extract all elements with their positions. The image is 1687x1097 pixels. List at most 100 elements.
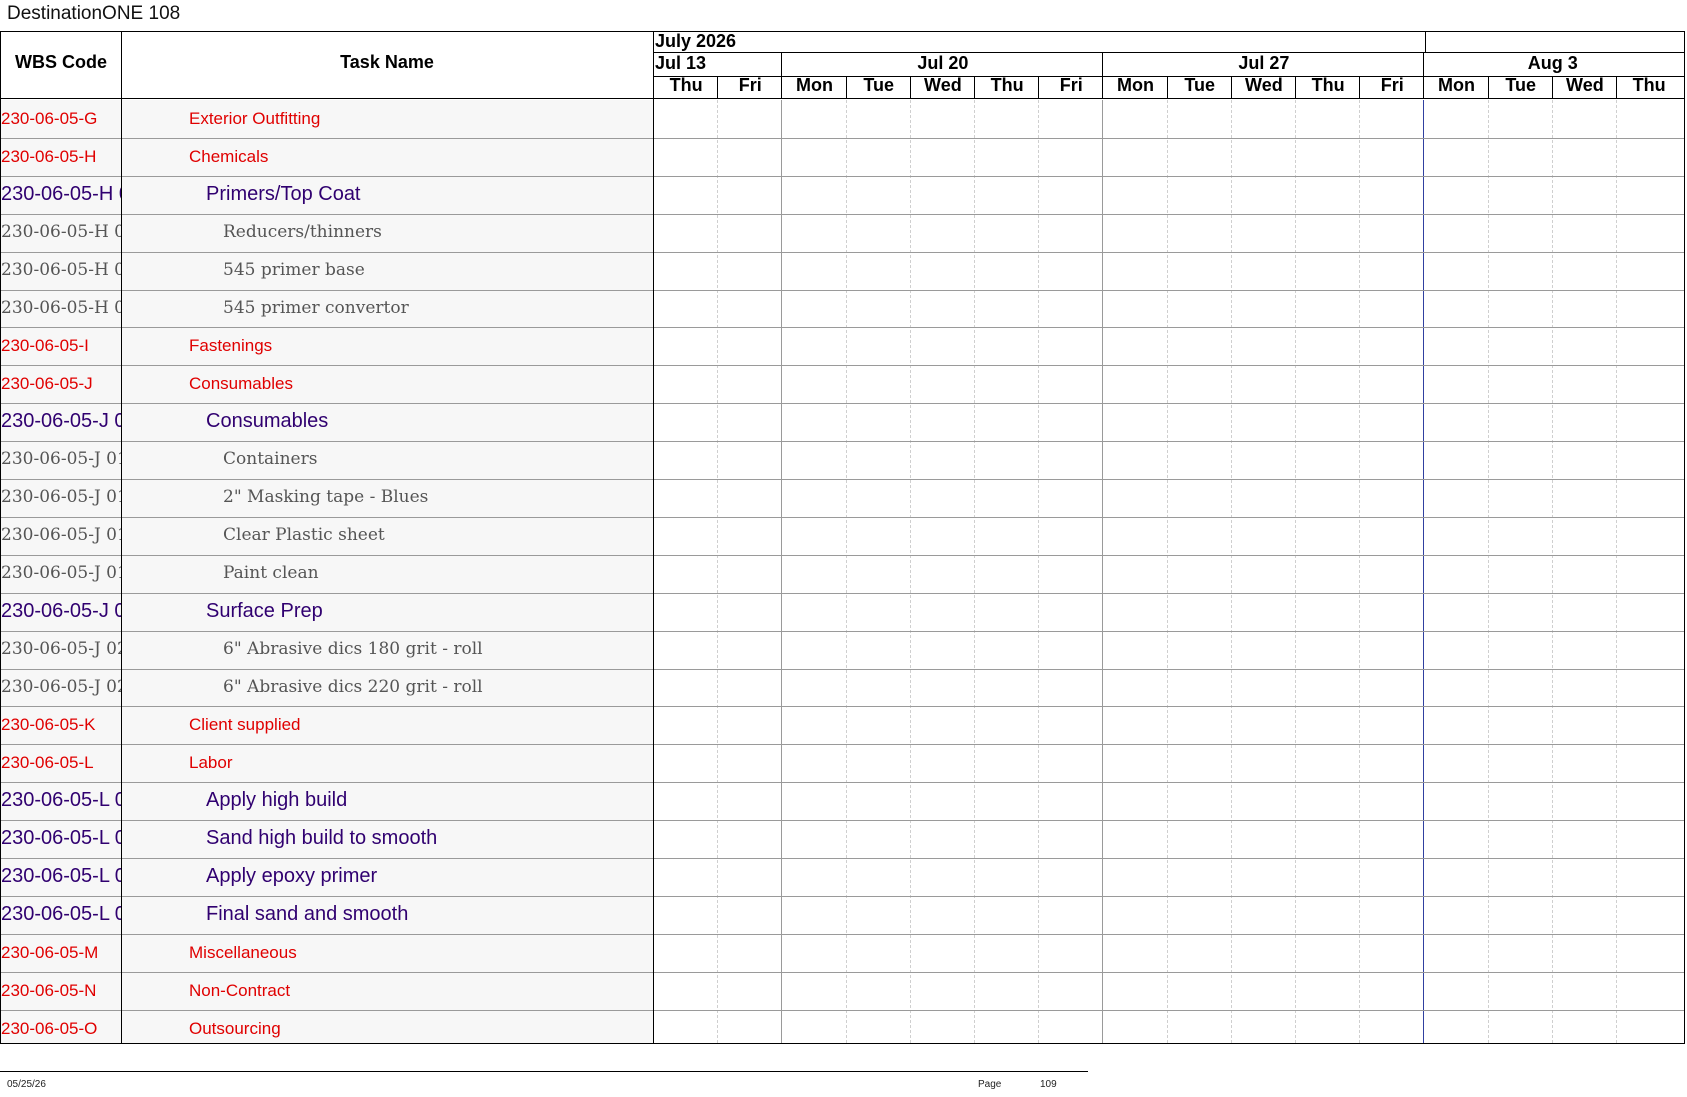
task-name-cell: Apply high build bbox=[206, 789, 348, 812]
wbs-code-cell: 230-06-05-H 0 bbox=[1, 182, 121, 205]
wbs-code-cell: 230-06-05-J 02 bbox=[1, 676, 121, 697]
header-bottom-border bbox=[1, 98, 1684, 99]
wbs-column-divider bbox=[121, 32, 122, 1043]
day-divider-14 bbox=[1552, 76, 1553, 98]
gantt-sheet: WBS Code Task Name July 2026 Jul 13 Jul 2… bbox=[0, 31, 1685, 1044]
task-row[interactable]: 230-06-05-J 0 Consumables bbox=[1, 403, 1684, 441]
task-row[interactable]: 230-06-05-L 0 Apply epoxy primer bbox=[1, 858, 1684, 896]
wbs-code-cell: 230-06-05-H bbox=[1, 146, 97, 166]
day-divider-13 bbox=[1488, 76, 1489, 98]
wbs-code-cell: 230-06-05-H 01 bbox=[1, 297, 121, 318]
day-header-1: Fri bbox=[738, 75, 762, 95]
wbs-code-cell: 230-06-05-L 0 bbox=[1, 865, 121, 887]
wbs-code-cell: 230-06-05-J 01 bbox=[1, 524, 121, 545]
wbs-code-cell: 230-06-05-J bbox=[1, 374, 93, 394]
wbs-code-cell: 230-06-05-I bbox=[1, 336, 89, 356]
task-name-cell: Outsourcing bbox=[189, 1018, 281, 1038]
day-divider-8 bbox=[1167, 76, 1168, 98]
day-header-3: Tue bbox=[863, 75, 895, 95]
day-header-12: Mon bbox=[1437, 75, 1475, 95]
task-name-cell: Apply epoxy primer bbox=[206, 865, 378, 887]
day-divider-4 bbox=[910, 76, 911, 98]
task-name-cell: Client supplied bbox=[189, 715, 301, 735]
task-name-cell: Sand high build to smooth bbox=[206, 827, 438, 850]
task-row[interactable]: 230-06-05-J 01 Clear Plastic sheet bbox=[1, 517, 1684, 555]
task-row[interactable]: 230-06-05-I Fastenings bbox=[1, 327, 1684, 365]
day-header-5: Thu bbox=[990, 75, 1024, 95]
task-name-cell: Surface Prep bbox=[206, 599, 323, 622]
month-boundary-line bbox=[1425, 32, 1426, 52]
task-row[interactable]: 230-06-05-N Non-Contract bbox=[1, 972, 1684, 1010]
task-row[interactable]: 230-06-05-J 01 Containers bbox=[1, 441, 1684, 479]
day-header-15: Thu bbox=[1632, 75, 1666, 95]
week-header-2: Jul 27 bbox=[1238, 53, 1290, 73]
task-name-cell: Labor bbox=[189, 753, 233, 773]
task-name-cell: Primers/Top Coat bbox=[206, 182, 361, 205]
task-name-cell: Consumables bbox=[189, 374, 293, 394]
task-name-cell: Containers bbox=[223, 449, 318, 470]
task-name-header: Task Name bbox=[340, 52, 434, 72]
task-row[interactable]: 230-06-05-M Miscellaneous bbox=[1, 934, 1684, 972]
day-header-8: Tue bbox=[1184, 75, 1216, 95]
task-row[interactable]: 230-06-05-J 02 6" Abrasive dics 180 grit … bbox=[1, 631, 1684, 669]
day-divider-11 bbox=[1359, 76, 1360, 98]
task-name-cell: Paint clean bbox=[223, 562, 319, 583]
task-name-cell: Chemicals bbox=[189, 146, 269, 166]
task-row[interactable]: 230-06-05-L 0 Final sand and smooth bbox=[1, 896, 1684, 934]
task-row[interactable]: 230-06-05-L Labor bbox=[1, 744, 1684, 782]
task-row[interactable]: 230-06-05-J 01 Paint clean bbox=[1, 555, 1684, 593]
task-row[interactable]: 230-06-05-L 0 Apply high build bbox=[1, 782, 1684, 820]
task-row[interactable]: 230-06-05-K Client supplied bbox=[1, 706, 1684, 744]
task-row[interactable]: 230-06-05-H 01 545 primer convertor bbox=[1, 290, 1684, 328]
task-row[interactable]: 230-06-05-G Exterior Outfitting bbox=[1, 100, 1684, 138]
wbs-code-cell: 230-06-05-K bbox=[1, 715, 96, 735]
task-row[interactable]: 230-06-05-H 01 545 primer base bbox=[1, 252, 1684, 290]
task-row[interactable]: 230-06-05-H Chemicals bbox=[1, 138, 1684, 176]
wbs-code-cell: 230-06-05-J 01 bbox=[1, 562, 121, 583]
day-divider-6 bbox=[1038, 76, 1039, 98]
task-name-cell: Fastenings bbox=[189, 336, 273, 356]
task-name-cell: 545 primer convertor bbox=[223, 297, 409, 318]
wbs-code-cell: 230-06-05-J 0 bbox=[1, 599, 121, 622]
wbs-code-cell: 230-06-05-G bbox=[1, 109, 98, 128]
task-name-cell: Non-Contract bbox=[189, 980, 291, 1000]
day-header-13: Tue bbox=[1505, 75, 1537, 95]
footer-page-label: Page bbox=[978, 1079, 1002, 1090]
task-row[interactable]: 230-06-05-L 0 Sand high build to smooth bbox=[1, 820, 1684, 858]
task-name-cell: Reducers/thinners bbox=[223, 221, 382, 242]
day-divider-5 bbox=[974, 76, 975, 98]
wbs-code-cell: 230-06-05-J 01 bbox=[1, 449, 121, 470]
day-header-9: Wed bbox=[1245, 75, 1283, 95]
week-header-3: Aug 3 bbox=[1527, 53, 1578, 73]
task-name-cell: Miscellaneous bbox=[189, 942, 297, 962]
wbs-code-cell: 230-06-05-L 0 bbox=[1, 789, 121, 812]
task-row[interactable]: 230-06-05-J 0 Surface Prep bbox=[1, 593, 1684, 631]
task-name-cell: Consumables bbox=[206, 410, 329, 433]
task-row[interactable]: 230-06-05-O Outsourcing bbox=[1, 1010, 1684, 1043]
task-name-cell: Final sand and smooth bbox=[206, 902, 409, 925]
wbs-code-cell: 230-06-05-L bbox=[1, 753, 94, 773]
footer-page-number: 109 bbox=[1040, 1079, 1057, 1090]
task-row[interactable]: 230-06-05-J Consumables bbox=[1, 365, 1684, 403]
day-header-4: Wed bbox=[924, 75, 962, 95]
day-divider-10 bbox=[1295, 76, 1296, 98]
task-row[interactable]: 230-06-05-J 02 6" Abrasive dics 220 grit … bbox=[1, 669, 1684, 707]
footer-rule bbox=[0, 1071, 1088, 1072]
task-row[interactable]: 230-06-05-H 01 Reducers/thinners bbox=[1, 214, 1684, 252]
month-header: July 2026 bbox=[655, 31, 737, 51]
wbs-code-header: WBS Code bbox=[15, 52, 107, 72]
day-divider-15 bbox=[1616, 76, 1617, 98]
task-row[interactable]: 230-06-05-J 01 2" Masking tape - Blues bbox=[1, 479, 1684, 517]
footer-date: 05/25/26 bbox=[7, 1079, 46, 1090]
task-name-cell: Clear Plastic sheet bbox=[223, 524, 385, 545]
day-divider-7 bbox=[1102, 76, 1103, 98]
wbs-code-cell: 230-06-05-L 0 bbox=[1, 902, 121, 925]
task-name-cell: 6" Abrasive dics 220 grit - roll bbox=[223, 676, 483, 697]
task-row[interactable]: 230-06-05-H 0 Primers/Top Coat bbox=[1, 176, 1684, 214]
day-header-11: Fri bbox=[1380, 75, 1404, 95]
wbs-code-cell: 230-06-05-J 01 bbox=[1, 487, 121, 507]
task-name-cell: Exterior Outfitting bbox=[189, 109, 321, 128]
day-header-0: Thu bbox=[669, 75, 703, 95]
day-divider-3 bbox=[846, 76, 847, 98]
table-timeline-divider bbox=[653, 32, 654, 1043]
